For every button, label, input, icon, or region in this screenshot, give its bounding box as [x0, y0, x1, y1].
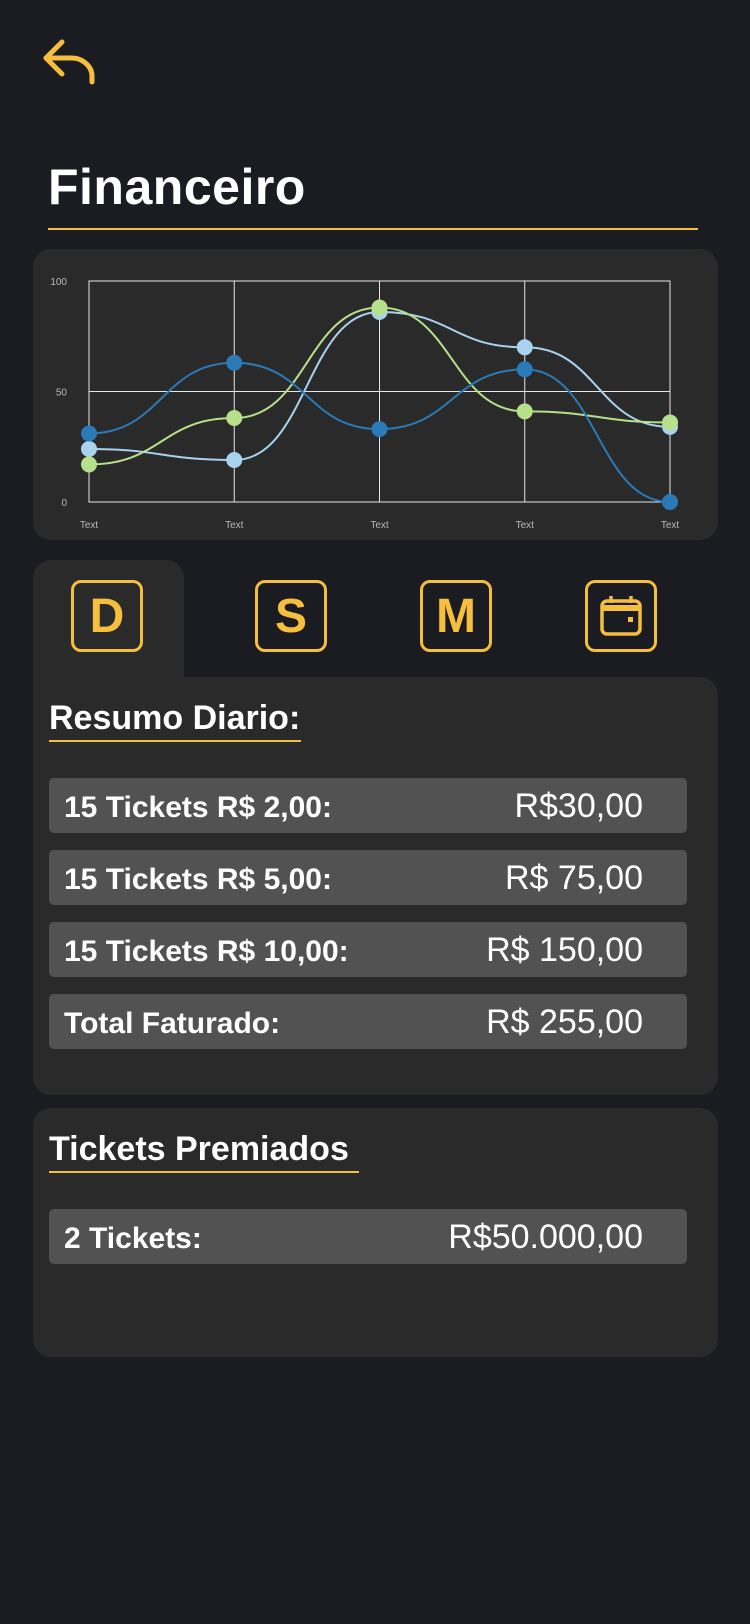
chart-data-point — [226, 354, 243, 371]
summary-row-value: R$ 150,00 — [486, 931, 643, 969]
title-underline — [48, 228, 698, 230]
back-button[interactable] — [42, 38, 98, 86]
tab-monthly-label: M — [436, 589, 476, 643]
chart-y-tick-label: 0 — [61, 498, 67, 509]
summary-title-underline — [49, 740, 301, 742]
chart-data-point — [371, 421, 388, 438]
summary-row: 15 Tickets R$ 10,00: R$ 150,00 — [49, 922, 687, 977]
prizes-title: Tickets Premiados — [49, 1130, 349, 1168]
chart-x-tick-label: Text — [370, 520, 389, 531]
summary-total-row: Total Faturado: R$ 255,00 — [49, 994, 687, 1049]
tab-daily-label: D — [89, 589, 125, 643]
tab-weekly[interactable]: S — [255, 580, 327, 652]
chart-data-point — [516, 403, 533, 420]
tab-calendar[interactable] — [585, 580, 657, 652]
chart-data-point — [226, 410, 243, 427]
line-chart: 0 50 100 Text Text Text Text Text — [50, 277, 680, 531]
chart-y-tick-label: 50 — [56, 388, 68, 399]
summary-row-label: 15 Tickets R$ 10,00: — [64, 935, 349, 968]
prize-row-label: 2 Tickets: — [64, 1222, 202, 1255]
chart-x-tick-label: Text — [516, 520, 535, 531]
chart-y-tick-label: 100 — [50, 277, 67, 288]
summary-row-value: R$ 75,00 — [505, 859, 643, 897]
tab-weekly-label: S — [274, 589, 307, 643]
chart-data-point — [226, 452, 243, 469]
chart-data-point — [371, 299, 388, 316]
summary-row: 15 Tickets R$ 5,00: R$ 75,00 — [49, 850, 687, 905]
prize-tickets-panel: Tickets Premiados 2 Tickets: R$50.000,00 — [33, 1108, 718, 1357]
summary-row-label: 15 Tickets R$ 2,00: — [64, 791, 332, 824]
summary-total-value: R$ 255,00 — [486, 1003, 643, 1041]
summary-total-label: Total Faturado: — [64, 1007, 281, 1040]
summary-row-value: R$30,00 — [514, 787, 643, 825]
chart-data-point — [662, 494, 678, 510]
summary-title: Resumo Diario: — [49, 699, 301, 737]
chart-data-point — [81, 425, 97, 442]
calendar-icon — [600, 596, 642, 636]
chart-data-point — [662, 414, 678, 431]
chart-x-tick-label: Text — [225, 520, 244, 531]
chart-x-tick-label: Text — [661, 520, 680, 531]
chart-x-tick-label: Text — [80, 520, 99, 531]
chart-data-point — [516, 361, 533, 378]
chart-data-point — [81, 456, 97, 473]
summary-row: 15 Tickets R$ 2,00: R$30,00 — [49, 778, 687, 833]
prize-row-value: R$50.000,00 — [448, 1218, 643, 1256]
chart-card: 0 50 100 Text Text Text Text Text — [33, 249, 718, 540]
chart-data-point — [516, 339, 533, 356]
prize-row: 2 Tickets: R$50.000,00 — [49, 1209, 687, 1264]
back-arrow-icon — [43, 39, 95, 85]
chart-data-point — [81, 440, 97, 457]
summary-row-label: 15 Tickets R$ 5,00: — [64, 863, 332, 896]
tab-daily[interactable]: D — [71, 580, 143, 652]
tab-monthly[interactable]: M — [420, 580, 492, 652]
daily-summary-panel: Resumo Diario: 15 Tickets R$ 2,00: R$30,… — [33, 677, 718, 1095]
prizes-title-underline — [49, 1171, 359, 1173]
page-title: Financeiro — [48, 159, 306, 215]
